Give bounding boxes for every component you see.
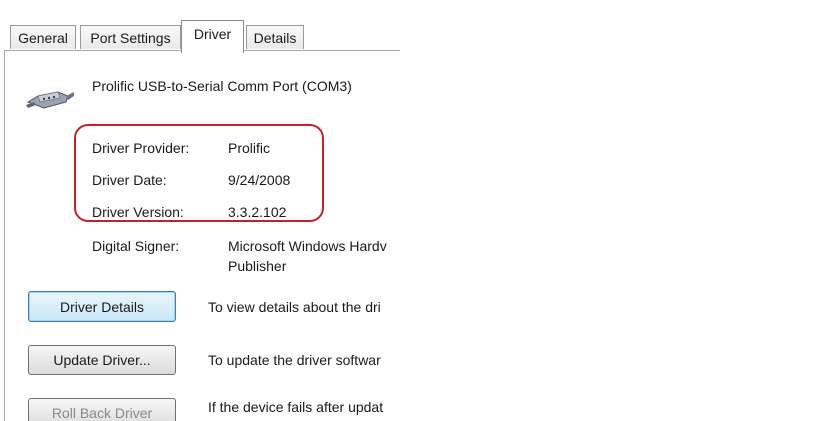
roll-back-driver-button[interactable]: Roll Back Driver <box>28 398 176 421</box>
driver-provider-label: Driver Provider: <box>92 140 190 156</box>
tab-general[interactable]: General <box>10 25 76 49</box>
update-driver-button[interactable]: Update Driver... <box>28 345 176 375</box>
device-name: Prolific USB-to-Serial Comm Port (COM3) <box>92 78 352 94</box>
digital-signer-label: Digital Signer: <box>92 238 180 254</box>
device-properties-dialog: General Port Settings Driver Details Pro… <box>0 0 400 421</box>
driver-version-value: 3.3.2.102 <box>228 204 287 220</box>
driver-date-label: Driver Date: <box>92 172 167 188</box>
digital-signer-value-line1: Microsoft Windows Hardv <box>228 238 387 254</box>
driver-details-button[interactable]: Driver Details <box>28 291 176 322</box>
driver-provider-value: Prolific <box>228 140 271 156</box>
roll-back-driver-description: If the device fails after updat <box>208 399 384 415</box>
serial-port-icon <box>24 78 76 118</box>
tab-details[interactable]: Details <box>246 25 304 49</box>
driver-details-description: To view details about the dri <box>208 299 381 315</box>
tab-strip: General Port Settings Driver Details <box>0 0 400 53</box>
digital-signer-value-line2: Publisher <box>228 258 287 274</box>
tab-driver[interactable]: Driver <box>181 20 244 53</box>
tab-port-settings[interactable]: Port Settings <box>80 25 181 49</box>
driver-version-label: Driver Version: <box>92 204 184 220</box>
update-driver-description: To update the driver softwar <box>208 352 381 368</box>
driver-date-value: 9/24/2008 <box>228 172 291 188</box>
